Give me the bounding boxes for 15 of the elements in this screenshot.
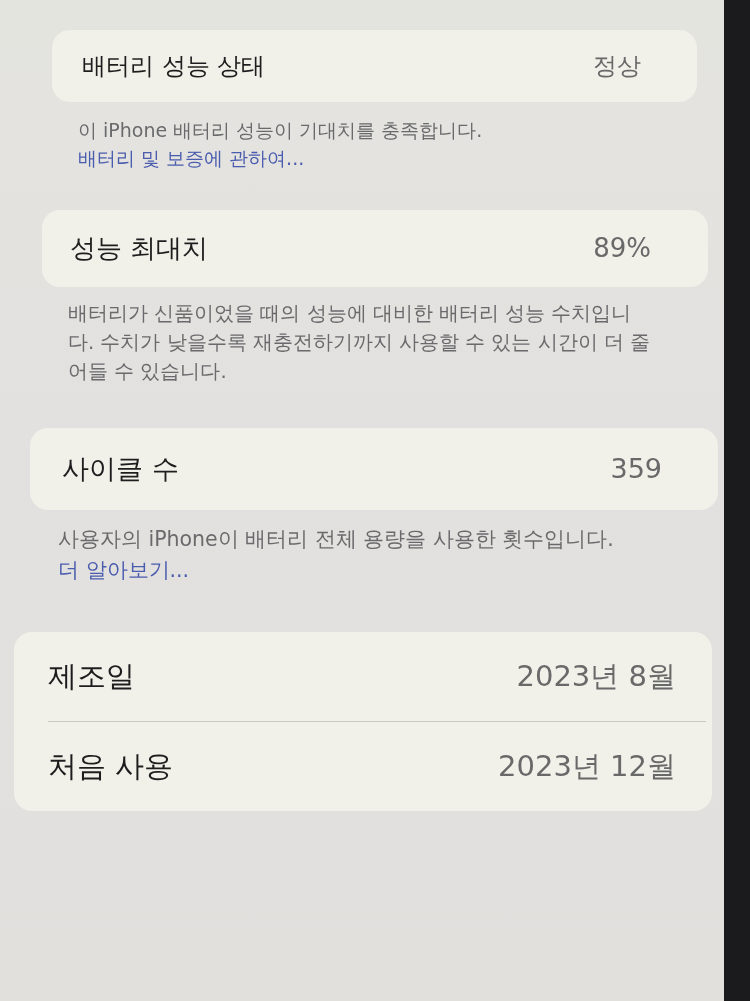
- footer-note: 배터리가 신품이었을 때의 성능에 대비한 배터리 성능 수치입니다. 수치가 낮을수록 재충전하기까지 사용할 수 있는 시간이 더 줄어들 수 있습니다.: [68, 301, 651, 385]
- row-label: 처음 사용: [48, 747, 174, 785]
- info-link[interactable]: 더 알아보기...: [58, 558, 190, 582]
- row-value: 89%: [593, 232, 651, 265]
- row-value: 2023년 12월: [498, 747, 676, 785]
- footer-note: 사용자의 iPhone이 배터리 전체 용량을 사용한 횟수입니다. 더 알아보기...: [58, 526, 615, 584]
- row-value: 2023년 8월: [516, 657, 676, 695]
- row-label: 배터리 성능 상태: [82, 51, 266, 82]
- footer-note: 이 iPhone 배터리 성능이 기대치를 충족합니다. 배터리 및 보증에 관하여...: [78, 118, 484, 171]
- row-label: 성능 최대치: [70, 232, 209, 265]
- row-value: 359: [610, 451, 662, 486]
- row-label: 사이클 수: [62, 451, 179, 486]
- row-label: 제조일: [48, 657, 135, 695]
- row-value: 정상: [593, 51, 641, 82]
- info-link[interactable]: 배터리 및 보증에 관하여...: [78, 147, 305, 169]
